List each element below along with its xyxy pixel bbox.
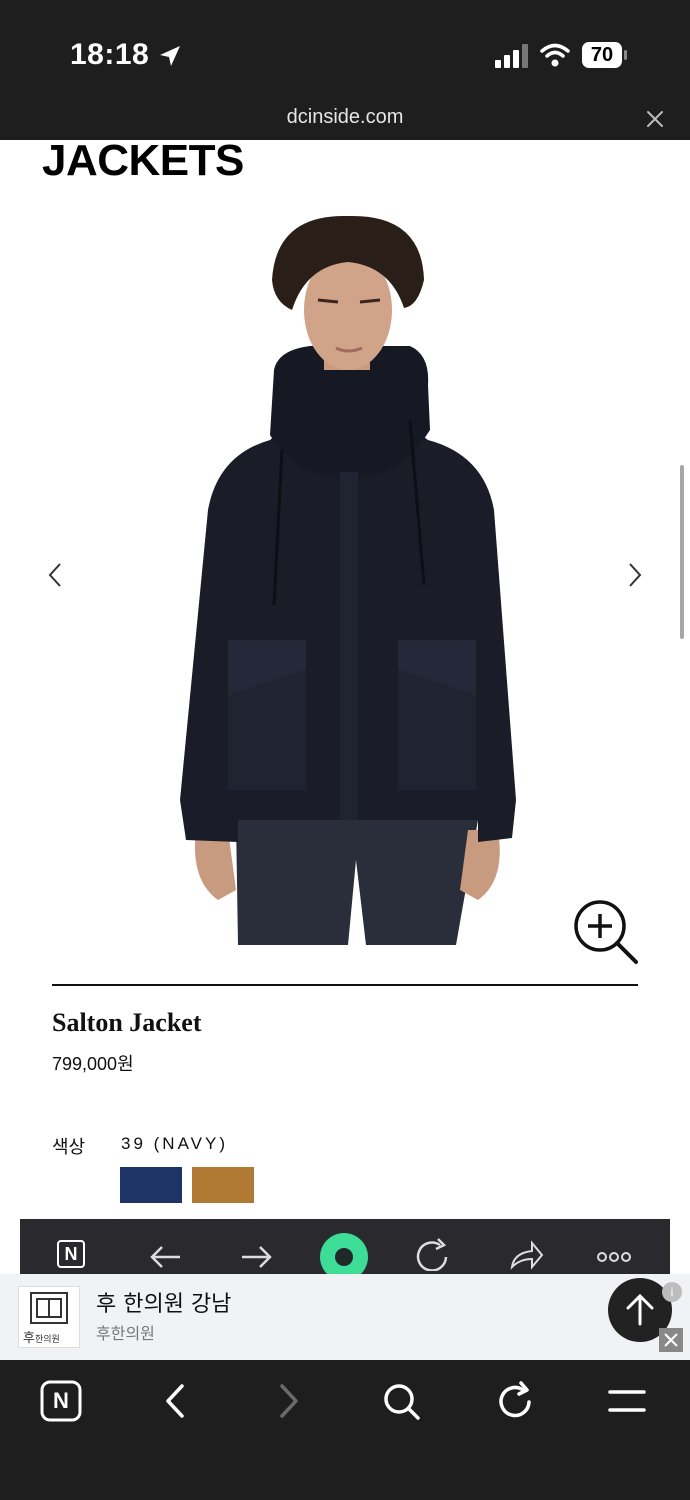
ad-subtitle: 후한의원: [96, 1324, 155, 1343]
menu-icon[interactable]: [606, 1380, 648, 1422]
refresh-icon[interactable]: [494, 1380, 536, 1422]
color-value: 39 (NAVY): [121, 1134, 228, 1153]
green-dot-icon[interactable]: [318, 1231, 370, 1275]
product-name: Salton Jacket: [52, 1008, 202, 1037]
location-arrow-icon: [160, 46, 180, 66]
ad-logo-sub: 한의원: [34, 1335, 60, 1345]
carousel-prev-icon[interactable]: [42, 560, 68, 590]
forward-arrow-icon[interactable]: [236, 1231, 276, 1271]
close-icon[interactable]: [644, 108, 666, 130]
zoom-in-icon[interactable]: [570, 896, 642, 968]
bottom-bar: [0, 1360, 690, 1500]
refresh-icon[interactable]: [414, 1231, 454, 1271]
n-logo-button[interactable]: N: [40, 1380, 82, 1422]
battery-level: 70: [590, 44, 614, 66]
product-price: 799,000원: [52, 1054, 134, 1074]
back-arrow-icon[interactable]: [146, 1231, 186, 1271]
n-logo-label: N: [53, 1388, 69, 1413]
url-label[interactable]: dcinside.com: [0, 106, 690, 129]
ad-logo-main: 후: [23, 1331, 35, 1346]
scrollbar[interactable]: [680, 465, 684, 639]
swatch-navy[interactable]: [120, 1167, 182, 1203]
back-chevron-icon[interactable]: [154, 1380, 196, 1422]
n-logo-icon[interactable]: N: [54, 1231, 94, 1271]
search-icon[interactable]: [380, 1380, 422, 1422]
product-photo[interactable]: [178, 210, 518, 945]
color-label: 색상: [52, 1137, 86, 1158]
ad-close-icon[interactable]: [659, 1328, 683, 1352]
more-icon[interactable]: [594, 1231, 634, 1271]
page-title: JACKETS: [42, 136, 244, 185]
inpage-toolbar: N: [20, 1219, 670, 1275]
ad-logo: 후한의원: [18, 1286, 80, 1348]
swatch-brown[interactable]: [192, 1167, 254, 1203]
ad-title[interactable]: 후 한의원 강남: [96, 1286, 231, 1318]
n-logo-label: N: [64, 1244, 78, 1264]
ad-logo-text: 후한의원: [23, 1327, 60, 1346]
share-icon[interactable]: [506, 1231, 546, 1271]
carousel-next-icon[interactable]: [622, 560, 648, 590]
wifi-icon: [540, 43, 570, 67]
ad-info-icon[interactable]: i: [662, 1282, 682, 1302]
divider: [52, 984, 638, 986]
forward-chevron-icon[interactable]: [268, 1380, 310, 1422]
status-time: 18:18: [70, 38, 150, 71]
cellular-signal-icon: [495, 44, 528, 68]
